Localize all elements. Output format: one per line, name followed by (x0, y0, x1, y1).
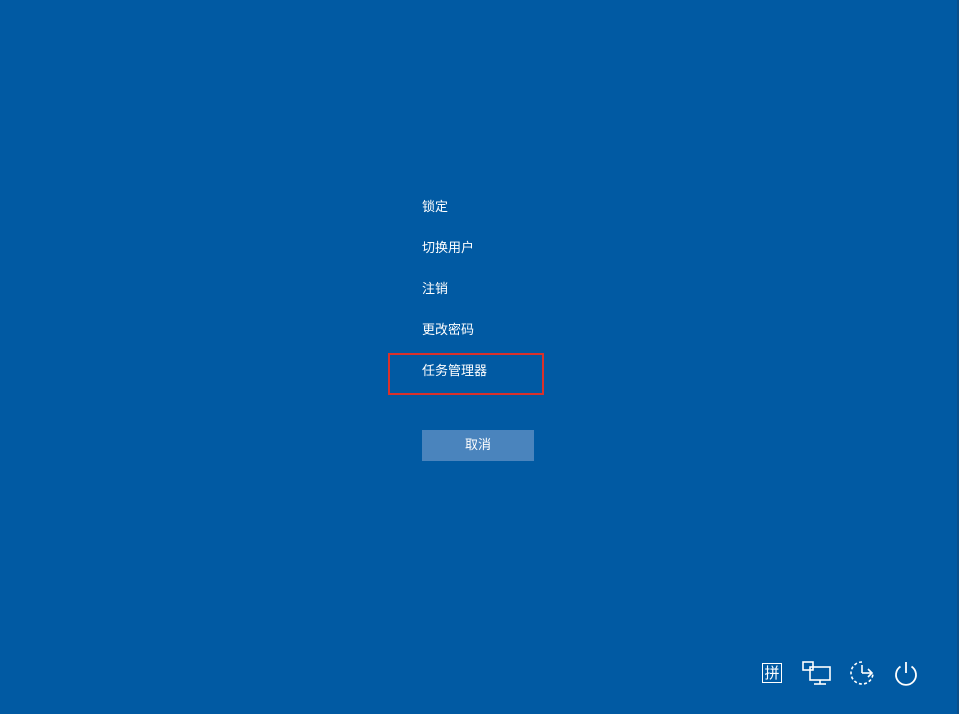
menu-item-change-password[interactable]: 更改密码 (422, 321, 622, 341)
security-screen: 锁定 切换用户 注销 更改密码 任务管理器 取消 拼 (0, 0, 959, 714)
menu-item-switch-user[interactable]: 切换用户 (422, 239, 622, 259)
menu-item-sign-out[interactable]: 注销 (422, 280, 622, 300)
menu-item-task-manager[interactable]: 任务管理器 (422, 362, 622, 382)
security-options-menu: 锁定 切换用户 注销 更改密码 任务管理器 (422, 198, 622, 403)
ime-indicator[interactable]: 拼 (755, 656, 789, 690)
network-icon[interactable] (800, 656, 834, 690)
ease-of-access-icon[interactable] (845, 656, 879, 690)
menu-item-lock[interactable]: 锁定 (422, 198, 622, 218)
ime-label: 拼 (762, 663, 782, 683)
cancel-button[interactable]: 取消 (422, 430, 534, 461)
power-icon[interactable] (889, 656, 923, 690)
